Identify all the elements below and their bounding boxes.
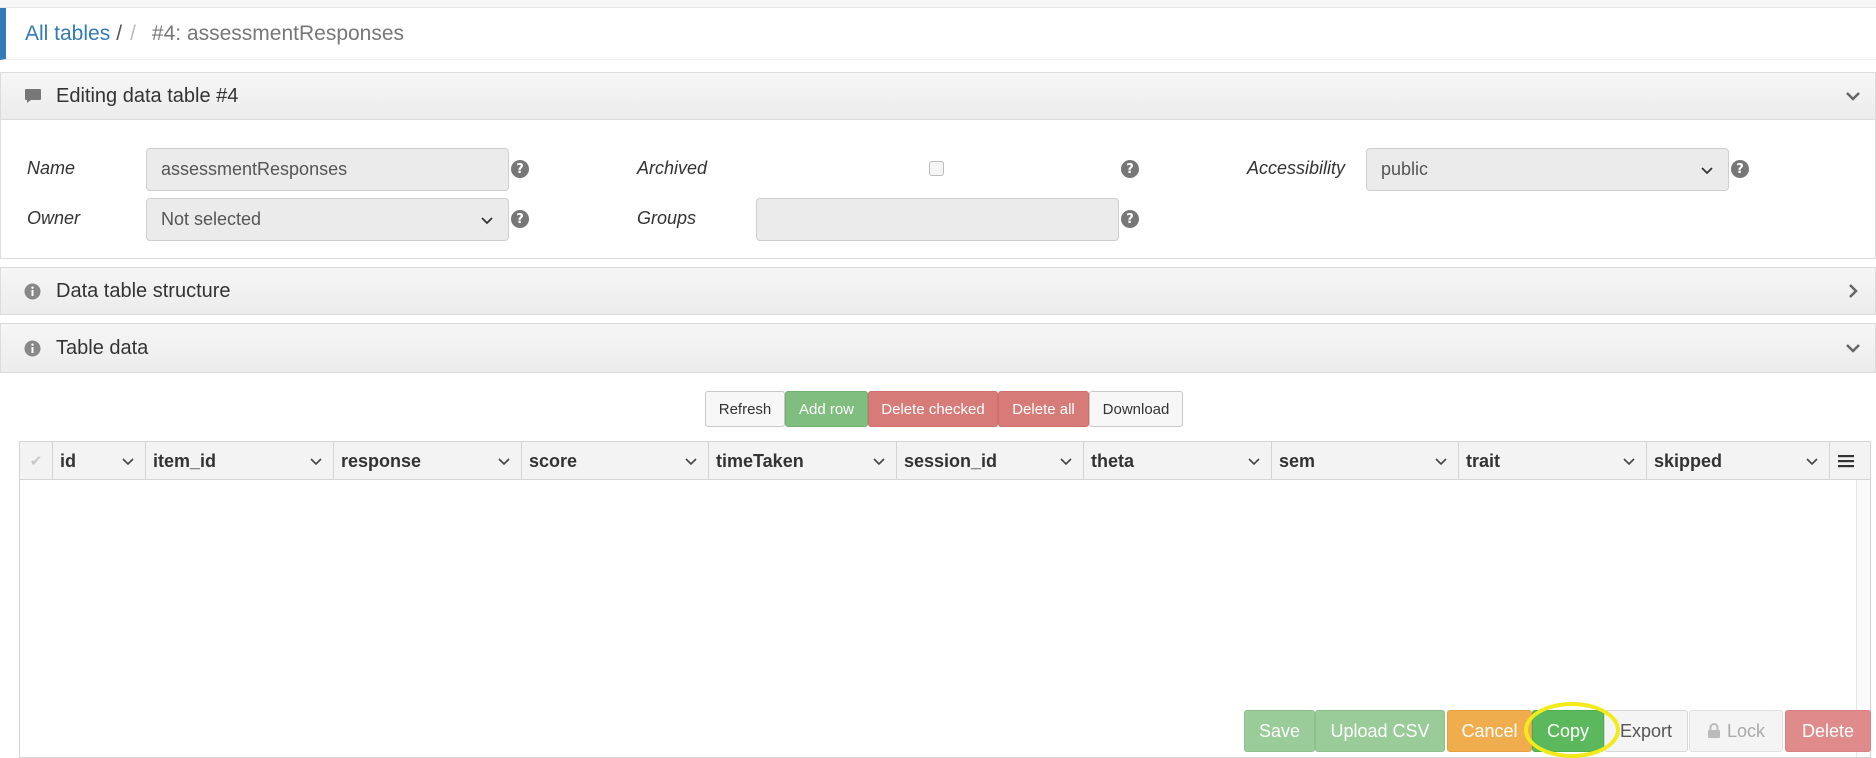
accessibility-select-value: public bbox=[1381, 159, 1429, 179]
editing-panel-header[interactable]: Editing data table #4 bbox=[0, 72, 1876, 120]
column-header-label: trait bbox=[1466, 450, 1501, 471]
column-header-label: response bbox=[341, 450, 422, 471]
table-data-panel-title: Table data bbox=[56, 336, 149, 359]
table-data-panel-header[interactable]: Table data bbox=[0, 323, 1876, 373]
chevron-down-icon[interactable] bbox=[872, 454, 886, 468]
column-header-label: score bbox=[529, 450, 578, 471]
hamburger-menu-icon[interactable] bbox=[1830, 442, 1861, 480]
chevron-down-icon[interactable] bbox=[1622, 454, 1636, 468]
column-header-label: item_id bbox=[153, 450, 217, 471]
copy-button[interactable]: Copy bbox=[1532, 710, 1604, 752]
column-header[interactable]: id bbox=[53, 442, 146, 480]
column-header-label: skipped bbox=[1654, 450, 1723, 471]
column-header[interactable]: sem bbox=[1272, 442, 1459, 480]
owner-label: Owner bbox=[27, 208, 81, 228]
column-header[interactable]: timeTaken bbox=[709, 442, 897, 480]
cancel-button[interactable]: Cancel bbox=[1447, 710, 1532, 752]
delete-all-button[interactable]: Delete all bbox=[998, 391, 1089, 427]
column-header[interactable]: session_id bbox=[897, 442, 1084, 480]
add-row-button[interactable]: Add row bbox=[785, 391, 868, 427]
delete-checked-button[interactable]: Delete checked bbox=[868, 391, 998, 427]
column-header[interactable]: score bbox=[522, 442, 709, 480]
download-button[interactable]: Download bbox=[1089, 391, 1183, 427]
lock-button-label: Lock bbox=[1726, 720, 1766, 741]
breadcrumb: All tables / / #4: assessmentResponses bbox=[0, 8, 1876, 60]
chevron-down-icon[interactable] bbox=[1843, 86, 1863, 106]
lock-button[interactable]: Lock bbox=[1689, 710, 1783, 752]
column-header[interactable]: item_id bbox=[146, 442, 334, 480]
chevron-down-icon[interactable] bbox=[1247, 454, 1261, 468]
save-button[interactable]: Save bbox=[1244, 710, 1315, 752]
column-header[interactable]: theta bbox=[1084, 442, 1272, 480]
chevron-down-icon[interactable] bbox=[497, 454, 511, 468]
lock-icon bbox=[1707, 723, 1720, 738]
help-icon[interactable]: ? bbox=[511, 210, 529, 228]
breadcrumb-all-tables-link[interactable]: All tables bbox=[25, 22, 110, 46]
column-header-label: id bbox=[60, 450, 76, 471]
select-all-checkbox[interactable]: ✔ bbox=[20, 442, 53, 480]
column-header-label: session_id bbox=[904, 450, 998, 471]
chevron-down-icon[interactable] bbox=[1843, 338, 1863, 358]
info-icon bbox=[23, 339, 42, 358]
editing-panel-title: Editing data table #4 bbox=[56, 84, 239, 107]
structure-panel-header[interactable]: Data table structure bbox=[0, 267, 1876, 315]
name-input[interactable]: assessmentResponses bbox=[146, 148, 509, 191]
chevron-down-icon[interactable] bbox=[1805, 454, 1819, 468]
editing-form: Name assessmentResponses ? Owner Not sel… bbox=[0, 120, 1876, 259]
refresh-button[interactable]: Refresh bbox=[705, 391, 785, 427]
help-icon[interactable]: ? bbox=[1121, 210, 1139, 228]
column-header-label: sem bbox=[1279, 450, 1316, 471]
chevron-down-icon[interactable] bbox=[1059, 454, 1073, 468]
column-header-label: timeTaken bbox=[716, 450, 804, 471]
breadcrumb-separator: / bbox=[116, 21, 123, 45]
owner-select-value: Not selected bbox=[161, 209, 262, 229]
breadcrumb-current: #4: assessmentResponses bbox=[151, 21, 405, 45]
breadcrumb-separator: / bbox=[130, 21, 136, 45]
chevron-down-icon[interactable] bbox=[1434, 454, 1448, 468]
delete-button[interactable]: Delete bbox=[1785, 710, 1871, 752]
upload-csv-button[interactable]: Upload CSV bbox=[1315, 710, 1445, 752]
comment-icon bbox=[23, 87, 42, 106]
help-icon[interactable]: ? bbox=[1121, 160, 1139, 178]
info-icon bbox=[23, 282, 42, 301]
chevron-right-icon[interactable] bbox=[1843, 281, 1863, 301]
owner-select[interactable]: Not selected bbox=[146, 198, 509, 241]
top-strip bbox=[0, 0, 1876, 8]
accessibility-select[interactable]: public bbox=[1366, 148, 1729, 191]
export-button[interactable]: Export bbox=[1604, 710, 1688, 752]
chevron-down-icon[interactable] bbox=[121, 454, 135, 468]
chevron-down-icon[interactable] bbox=[684, 454, 698, 468]
grid-header: ✔ id item_id response score timeTaken se… bbox=[20, 442, 1870, 480]
archived-label: Archived bbox=[637, 158, 708, 178]
column-header[interactable]: skipped bbox=[1647, 442, 1830, 480]
chevron-down-icon[interactable] bbox=[309, 454, 323, 468]
structure-panel-title: Data table structure bbox=[56, 279, 231, 302]
help-icon[interactable]: ? bbox=[511, 160, 529, 178]
column-header[interactable]: response bbox=[334, 442, 522, 480]
help-icon[interactable]: ? bbox=[1731, 160, 1749, 178]
name-label: Name bbox=[27, 158, 76, 178]
chevron-down-icon bbox=[1701, 166, 1713, 174]
groups-label: Groups bbox=[637, 208, 697, 228]
groups-input[interactable] bbox=[756, 198, 1119, 241]
column-header-label: theta bbox=[1091, 450, 1135, 471]
accessibility-label: Accessibility bbox=[1247, 158, 1346, 178]
archived-checkbox[interactable] bbox=[929, 161, 944, 176]
chevron-down-icon bbox=[481, 216, 493, 224]
column-header[interactable]: trait bbox=[1459, 442, 1647, 480]
